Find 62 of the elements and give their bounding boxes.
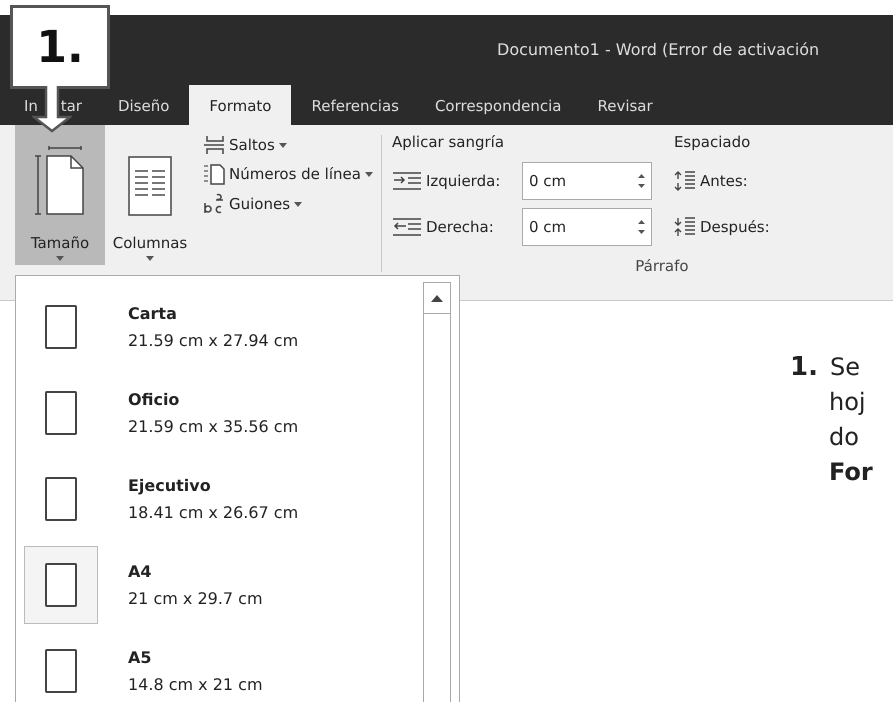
- ribbon-small-button[interactable]: Saltos: [203, 135, 373, 155]
- instruction-text: hoj: [828, 387, 867, 418]
- item-size: 21.59 cm x 35.56 cm: [128, 417, 298, 436]
- instruction-text: For: [828, 457, 873, 488]
- ribbon-tab[interactable]: Diseño: [102, 87, 186, 125]
- spin-down-icon: [638, 184, 645, 188]
- caret-icon: [146, 256, 154, 261]
- columns-icon: [128, 156, 172, 216]
- page-size-icon: [35, 146, 85, 216]
- breaks-icon: [203, 135, 225, 155]
- item-size: 21 cm x 29.7 cm: [128, 589, 263, 608]
- caret-icon: [364, 172, 373, 176]
- menu-item[interactable]: Carta 21.59 cm x 27.94 cm: [16, 284, 423, 370]
- instruction-text: do: [828, 422, 860, 453]
- field-label: Izquierda:: [426, 172, 502, 190]
- instruction-text: Se: [830, 352, 860, 383]
- item-name: Oficio: [128, 390, 180, 409]
- ribbon-small-button[interactable]: Números de línea: [203, 163, 373, 185]
- menu-item[interactable]: A5 14.8 cm x 21 cm: [16, 628, 423, 702]
- scroll-up-icon[interactable]: [431, 294, 443, 302]
- field-label: Después:: [700, 218, 770, 236]
- spacing-after-icon: [674, 216, 696, 238]
- menu-item[interactable]: Ejecutivo 18.41 cm x 26.67 cm: [16, 456, 423, 542]
- ribbon-tab[interactable]: Formato: [189, 85, 292, 125]
- item-size: 21.59 cm x 27.94 cm: [128, 331, 298, 350]
- caret-icon: [56, 256, 64, 261]
- columns-button[interactable]: Columnas: [105, 125, 195, 265]
- menu-item[interactable]: Oficio 21.59 cm x 35.56 cm: [16, 370, 423, 456]
- spin-up-icon: [638, 220, 645, 224]
- item-name: Carta: [128, 304, 178, 323]
- group-heading: Espaciado: [674, 133, 752, 151]
- spin-field[interactable]: 0 cm: [522, 162, 652, 200]
- ribbon-tab[interactable]: Referencias: [295, 87, 415, 125]
- spin-field[interactable]: 0 cm: [522, 208, 652, 246]
- step-number: 1.: [790, 351, 818, 384]
- step-callout: 1.: [10, 5, 110, 89]
- menu-item[interactable]: A4 21 cm x 29.7 cm: [16, 542, 423, 628]
- indent-right-icon: [392, 218, 422, 236]
- size-button[interactable]: Tamaño: [15, 125, 105, 265]
- item-name: A4: [128, 562, 153, 581]
- item-name: A5: [128, 648, 153, 667]
- spin-down-icon: [638, 230, 645, 234]
- hyphenation-icon: [203, 193, 225, 215]
- line-numbers-icon: [203, 163, 225, 185]
- ribbon-tab[interactable]: Revisar: [581, 87, 669, 125]
- ribbon-tab[interactable]: In tar: [8, 87, 98, 125]
- indent-left-icon: [392, 172, 422, 190]
- field-label: Antes:: [700, 172, 748, 190]
- caret-icon: [278, 142, 287, 148]
- spacing-before-icon: [674, 170, 696, 192]
- window-title: Documento1 - Word (Error de activación: [497, 40, 820, 58]
- field-label: Derecha:: [426, 218, 495, 236]
- caret-icon: [294, 202, 302, 206]
- ribbon-small-button[interactable]: Guiones: [203, 193, 373, 215]
- item-size: 14.8 cm x 21 cm: [128, 675, 263, 694]
- spin-up-icon: [638, 174, 645, 178]
- item-name: Ejecutivo: [128, 476, 212, 495]
- scrollbar[interactable]: [423, 282, 451, 702]
- ribbon-tab[interactable]: Correspondencia: [418, 87, 578, 125]
- group-label: Párrafo: [634, 257, 690, 275]
- item-size: 18.41 cm x 26.67 cm: [128, 503, 298, 522]
- group-heading: Aplicar sangría: [392, 133, 506, 151]
